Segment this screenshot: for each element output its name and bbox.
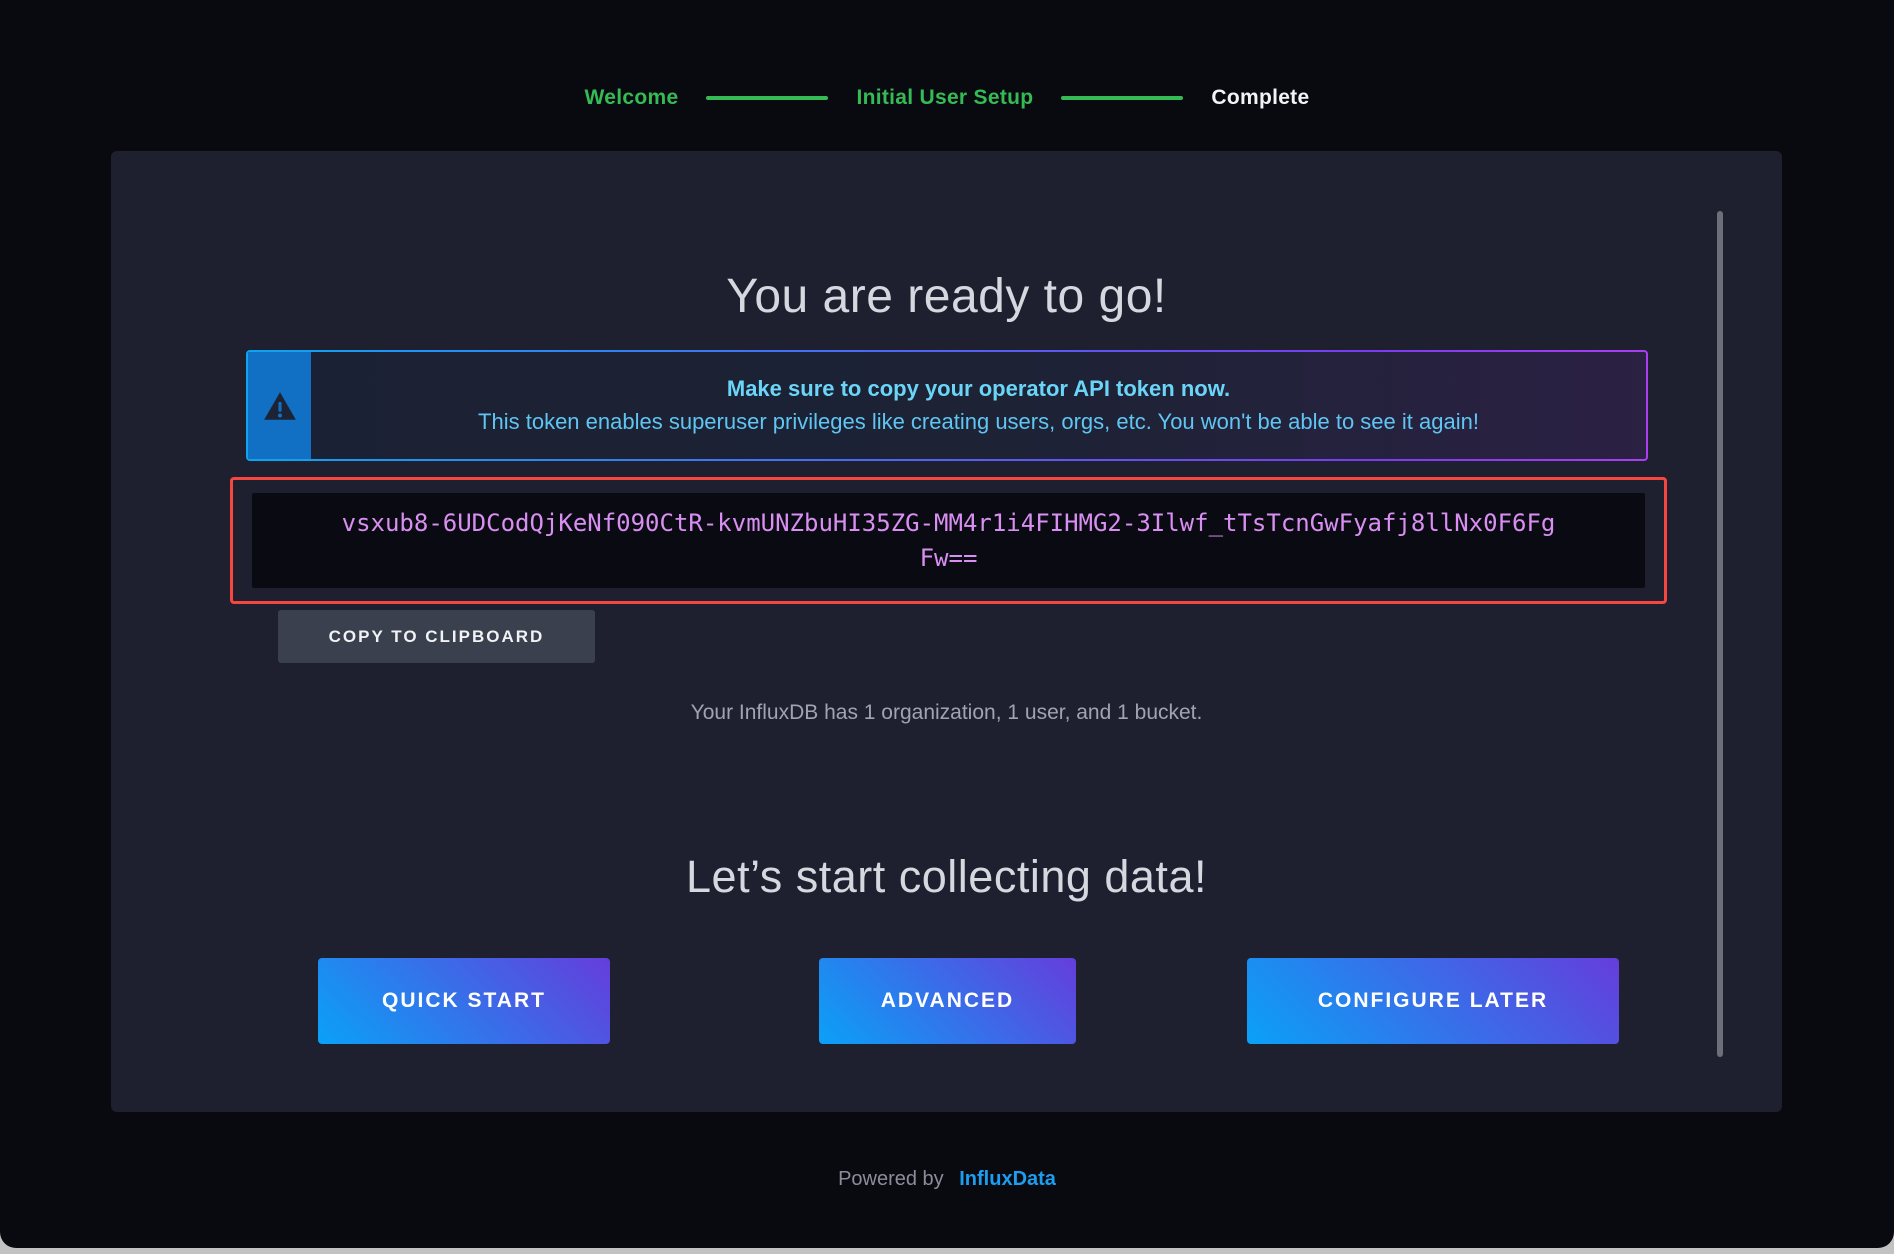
api-token-line-1: vsxub8-6UDCodQjKeNf090CtR-kvmUNZbuHI35ZG… [342, 506, 1556, 541]
stepper-connector-line [706, 96, 828, 100]
token-warning-banner: Make sure to copy your operator API toke… [246, 350, 1648, 461]
warning-text-block: Make sure to copy your operator API toke… [311, 352, 1646, 459]
card-scrollbar[interactable] [1717, 211, 1723, 1057]
warning-body: This token enables superuser privileges … [478, 409, 1479, 435]
copy-to-clipboard-button[interactable]: COPY TO CLIPBOARD [278, 610, 595, 663]
advanced-button[interactable]: ADVANCED [819, 958, 1076, 1044]
powered-by-label: Powered by [838, 1168, 944, 1190]
stepper-item-welcome: Welcome [585, 86, 679, 110]
ready-heading: You are ready to go! [111, 269, 1782, 324]
api-token-line-2: Fw== [920, 541, 978, 576]
action-button-row: QUICK START ADVANCED CONFIGURE LATER [111, 958, 1782, 1044]
org-summary-text: Your InfluxDB has 1 organization, 1 user… [111, 701, 1782, 725]
warning-icon [263, 391, 297, 421]
stepper-item-initial-user-setup: Initial User Setup [856, 86, 1033, 110]
setup-stepper: Welcome Initial User Setup Complete [0, 86, 1894, 110]
footer: Powered by InfluxData [0, 1168, 1894, 1191]
completion-card: You are ready to go! Make sure to copy y… [111, 151, 1782, 1112]
influxdata-link[interactable]: InfluxData [959, 1168, 1056, 1190]
warning-title: Make sure to copy your operator API toke… [727, 376, 1230, 402]
collect-data-heading: Let’s start collecting data! [111, 851, 1782, 903]
setup-wizard-page: Welcome Initial User Setup Complete You … [0, 0, 1894, 1248]
configure-later-button[interactable]: CONFIGURE LATER [1247, 958, 1619, 1044]
token-highlight-box: vsxub8-6UDCodQjKeNf090CtR-kvmUNZbuHI35ZG… [230, 477, 1667, 604]
api-token-value: vsxub8-6UDCodQjKeNf090CtR-kvmUNZbuHI35ZG… [252, 493, 1645, 588]
stepper-connector-line [1061, 96, 1183, 100]
quick-start-button[interactable]: QUICK START [318, 958, 610, 1044]
warning-icon-box [248, 352, 311, 459]
stepper-item-complete: Complete [1211, 86, 1309, 110]
